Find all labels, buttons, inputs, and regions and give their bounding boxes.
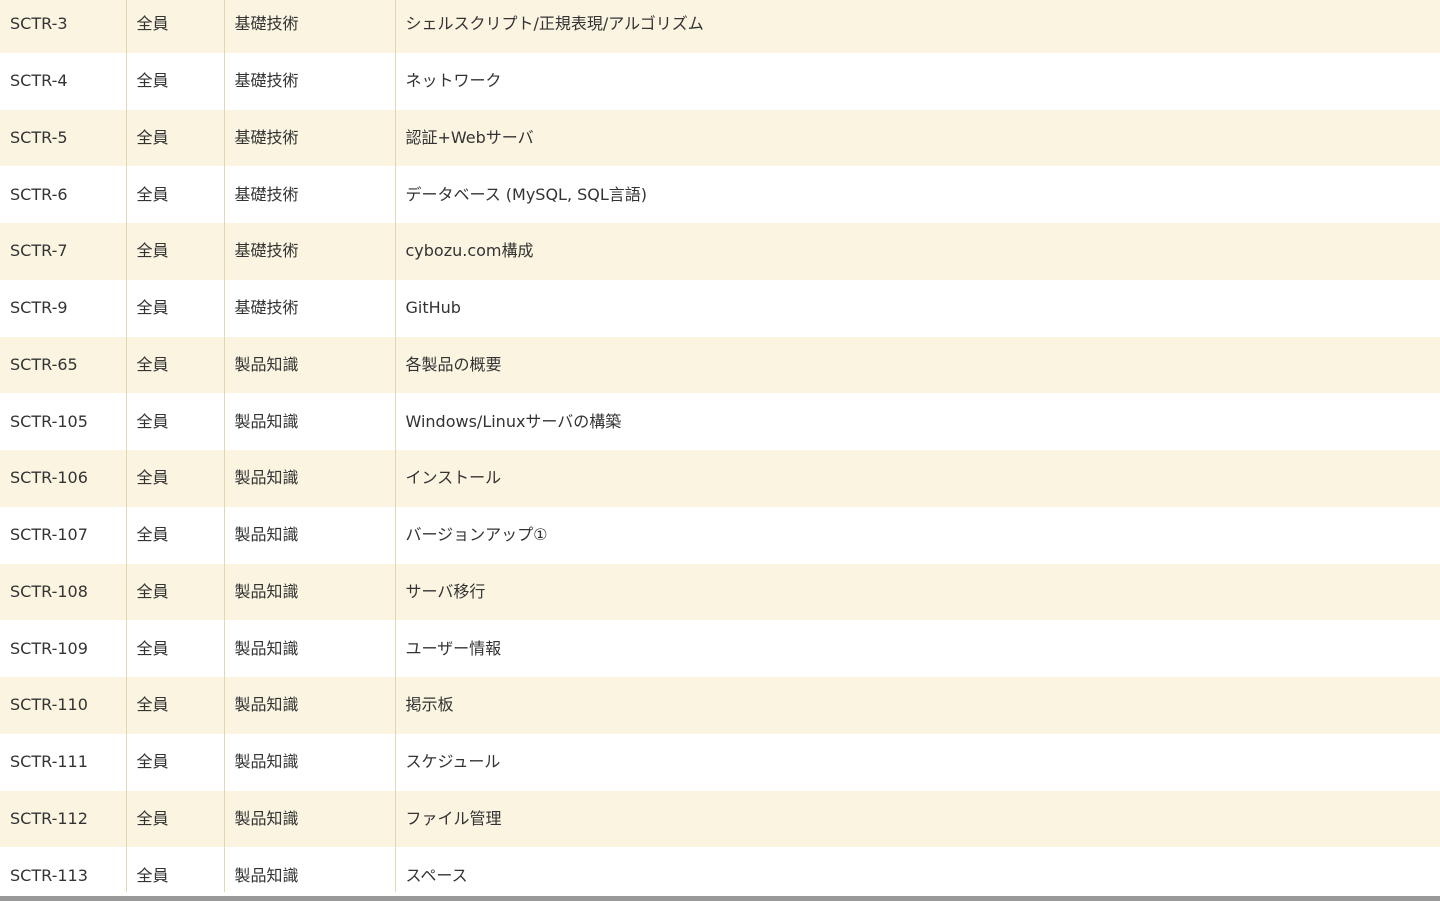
cell-title: ファイル管理 bbox=[394, 790, 1440, 848]
curriculum-table: SCTR-3 全員 基礎技術 シェルスクリプト/正規表現/アルゴリズム SCTR… bbox=[0, 0, 1440, 892]
cell-category: 製品知識 bbox=[223, 393, 395, 450]
cell-title: cybozu.com構成 bbox=[394, 223, 1440, 280]
table-row: SCTR-112 全員 製品知識 ファイル管理 bbox=[0, 790, 1440, 848]
cell-target: 全員 bbox=[125, 733, 224, 791]
cell-target: 全員 bbox=[125, 790, 224, 848]
table-row: SCTR-9 全員 基礎技術 GitHub bbox=[0, 279, 1440, 337]
cell-title: Windows/Linuxサーバの構築 bbox=[394, 393, 1440, 450]
cell-category: 基礎技術 bbox=[223, 109, 395, 167]
curriculum-table-container: SCTR-3 全員 基礎技術 シェルスクリプト/正規表現/アルゴリズム SCTR… bbox=[0, 0, 1440, 892]
cell-target: 全員 bbox=[125, 279, 224, 337]
table-row: SCTR-4 全員 基礎技術 ネットワーク bbox=[0, 52, 1440, 110]
cell-category: 製品知識 bbox=[223, 450, 395, 507]
cell-category: 基礎技術 bbox=[223, 166, 395, 223]
cell-title: 掲示板 bbox=[394, 677, 1440, 734]
cell-id: SCTR-3 bbox=[0, 0, 126, 53]
table-row: SCTR-3 全員 基礎技術 シェルスクリプト/正規表現/アルゴリズム bbox=[0, 0, 1440, 53]
cell-target: 全員 bbox=[125, 336, 224, 394]
cell-id: SCTR-108 bbox=[0, 563, 126, 621]
cell-id: SCTR-110 bbox=[0, 677, 126, 734]
cell-id: SCTR-5 bbox=[0, 109, 126, 167]
cell-title: スケジュール bbox=[394, 733, 1440, 791]
cell-title: GitHub bbox=[394, 279, 1440, 337]
cell-target: 全員 bbox=[125, 52, 224, 110]
cell-title: データベース (MySQL, SQL言語) bbox=[394, 166, 1440, 223]
cell-title: ユーザー情報 bbox=[394, 620, 1440, 677]
cell-id: SCTR-105 bbox=[0, 393, 126, 450]
cell-target: 全員 bbox=[125, 223, 224, 280]
cell-target: 全員 bbox=[125, 166, 224, 223]
cell-id: SCTR-4 bbox=[0, 52, 126, 110]
cell-title: 認証+Webサーバ bbox=[394, 109, 1440, 167]
cell-target: 全員 bbox=[125, 620, 224, 677]
cell-target: 全員 bbox=[125, 847, 224, 892]
table-row: SCTR-105 全員 製品知識 Windows/Linuxサーバの構築 bbox=[0, 393, 1440, 450]
cell-title: サーバ移行 bbox=[394, 563, 1440, 621]
cell-id: SCTR-113 bbox=[0, 847, 126, 892]
cell-category: 製品知識 bbox=[223, 790, 395, 848]
cell-id: SCTR-9 bbox=[0, 279, 126, 337]
cell-category: 製品知識 bbox=[223, 733, 395, 791]
cell-target: 全員 bbox=[125, 563, 224, 621]
cell-title: スペース bbox=[394, 847, 1440, 892]
cell-target: 全員 bbox=[125, 506, 224, 564]
cell-category: 基礎技術 bbox=[223, 0, 395, 53]
cell-category: 基礎技術 bbox=[223, 52, 395, 110]
curriculum-table-body: SCTR-3 全員 基礎技術 シェルスクリプト/正規表現/アルゴリズム SCTR… bbox=[0, 0, 1440, 892]
cell-target: 全員 bbox=[125, 109, 224, 167]
table-row: SCTR-110 全員 製品知識 掲示板 bbox=[0, 677, 1440, 734]
cell-title: バージョンアップ① bbox=[394, 506, 1440, 564]
cell-id: SCTR-112 bbox=[0, 790, 126, 848]
table-row: SCTR-65 全員 製品知識 各製品の概要 bbox=[0, 336, 1440, 394]
table-row: SCTR-109 全員 製品知識 ユーザー情報 bbox=[0, 620, 1440, 677]
cell-id: SCTR-111 bbox=[0, 733, 126, 791]
cell-category: 基礎技術 bbox=[223, 279, 395, 337]
cell-title: ネットワーク bbox=[394, 52, 1440, 110]
cell-id: SCTR-7 bbox=[0, 223, 126, 280]
cell-category: 製品知識 bbox=[223, 506, 395, 564]
table-row: SCTR-107 全員 製品知識 バージョンアップ① bbox=[0, 506, 1440, 564]
cell-id: SCTR-6 bbox=[0, 166, 126, 223]
cell-category: 製品知識 bbox=[223, 620, 395, 677]
cell-title: 各製品の概要 bbox=[394, 336, 1440, 394]
cell-id: SCTR-65 bbox=[0, 336, 126, 394]
horizontal-scrollbar[interactable] bbox=[0, 896, 1440, 901]
table-row: SCTR-106 全員 製品知識 インストール bbox=[0, 450, 1440, 507]
cell-title: インストール bbox=[394, 450, 1440, 507]
table-row: SCTR-113 全員 製品知識 スペース bbox=[0, 847, 1440, 892]
cell-id: SCTR-106 bbox=[0, 450, 126, 507]
cell-id: SCTR-107 bbox=[0, 506, 126, 564]
table-row: SCTR-5 全員 基礎技術 認証+Webサーバ bbox=[0, 109, 1440, 167]
cell-title: シェルスクリプト/正規表現/アルゴリズム bbox=[394, 0, 1440, 53]
cell-target: 全員 bbox=[125, 450, 224, 507]
table-row: SCTR-7 全員 基礎技術 cybozu.com構成 bbox=[0, 223, 1440, 280]
cell-target: 全員 bbox=[125, 393, 224, 450]
table-row: SCTR-111 全員 製品知識 スケジュール bbox=[0, 733, 1440, 791]
table-row: SCTR-108 全員 製品知識 サーバ移行 bbox=[0, 563, 1440, 621]
cell-target: 全員 bbox=[125, 0, 224, 53]
cell-category: 製品知識 bbox=[223, 677, 395, 734]
cell-category: 製品知識 bbox=[223, 336, 395, 394]
cell-id: SCTR-109 bbox=[0, 620, 126, 677]
table-row: SCTR-6 全員 基礎技術 データベース (MySQL, SQL言語) bbox=[0, 166, 1440, 223]
cell-target: 全員 bbox=[125, 677, 224, 734]
cell-category: 製品知識 bbox=[223, 563, 395, 621]
cell-category: 基礎技術 bbox=[223, 223, 395, 280]
cell-category: 製品知識 bbox=[223, 847, 395, 892]
